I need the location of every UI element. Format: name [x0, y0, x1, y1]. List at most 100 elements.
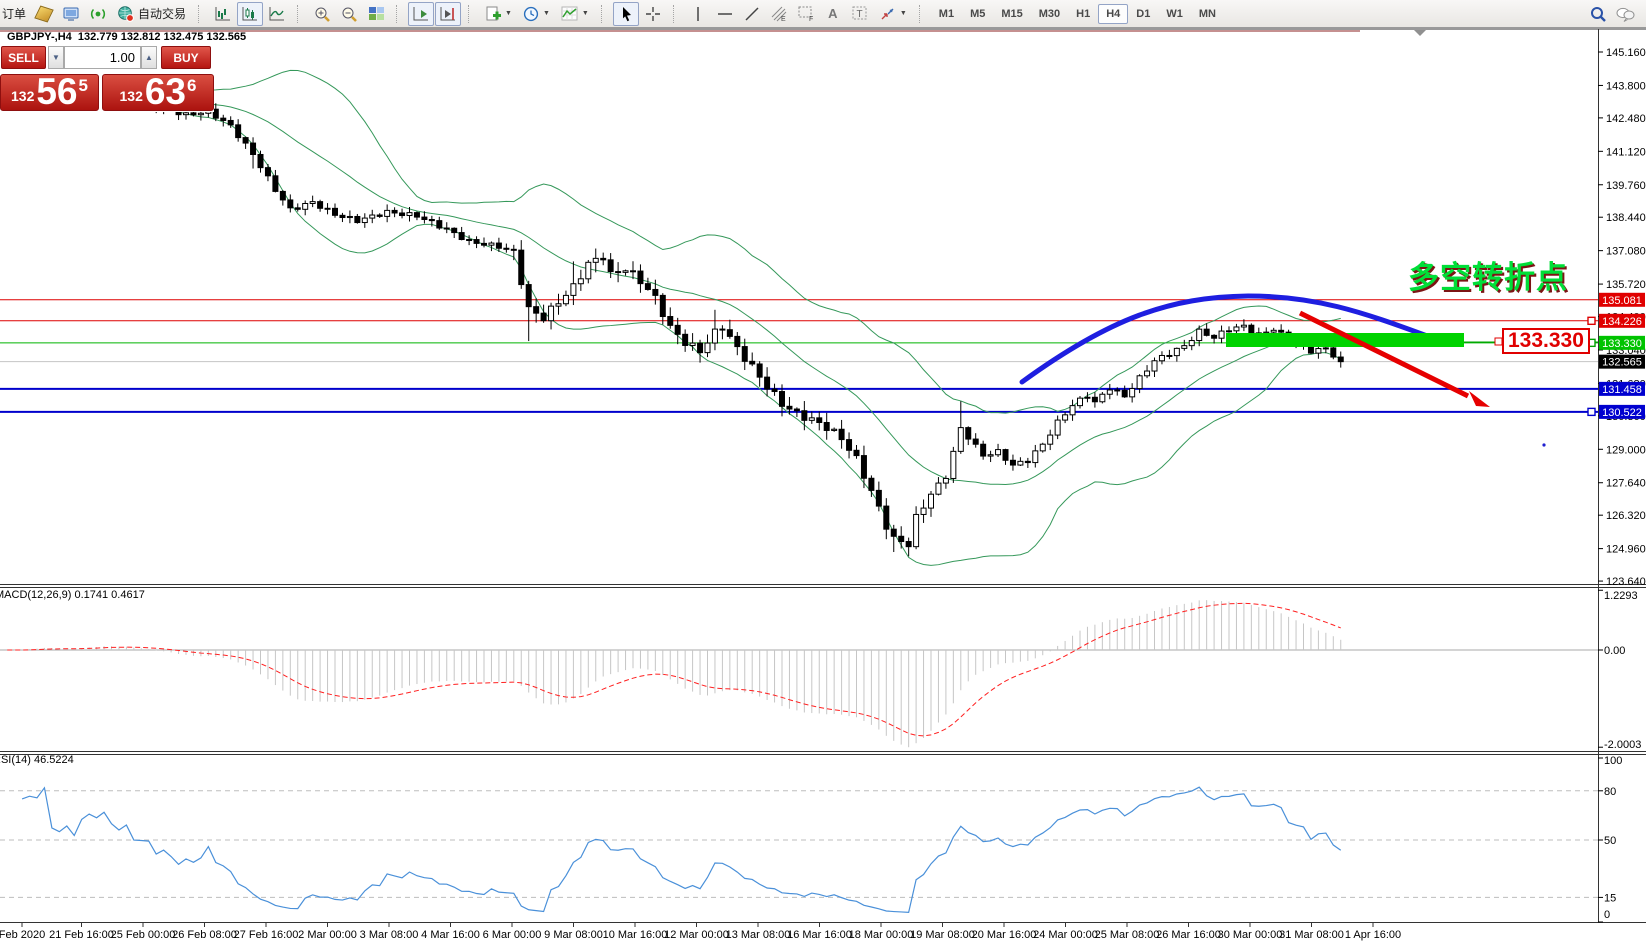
buy-price-prefix: 132 — [120, 89, 143, 103]
candle — [847, 432, 852, 458]
candle — [273, 170, 278, 192]
candle — [549, 303, 554, 330]
candle — [519, 240, 524, 289]
candle — [623, 270, 628, 276]
candle — [906, 538, 911, 557]
candle — [809, 412, 814, 424]
candle — [489, 241, 494, 251]
candle — [414, 211, 419, 220]
candle — [288, 194, 293, 212]
candle — [1018, 457, 1023, 466]
candle — [951, 447, 956, 483]
buy-button[interactable]: BUY — [161, 46, 211, 69]
volume-input[interactable]: 1.00 — [64, 46, 141, 69]
price-tick-label: 127.640 — [1606, 478, 1646, 490]
time-tick-label: 27 Feb 16:00 — [234, 929, 299, 941]
candle — [325, 203, 330, 214]
macd-tick-label: 1.2293 — [1604, 590, 1638, 602]
candle — [1107, 384, 1112, 399]
time-tick-label: 26 Feb 08:00 — [172, 929, 237, 941]
rsi-tick-label: 100 — [1604, 755, 1622, 767]
candle — [1010, 455, 1015, 471]
candle — [1063, 412, 1068, 423]
sell-price-big: 56 — [36, 77, 77, 107]
candle — [1189, 337, 1194, 351]
time-tick-label: 31 Mar 08:00 — [1279, 929, 1344, 941]
candle — [1085, 392, 1090, 402]
candle — [400, 209, 405, 219]
candle — [608, 253, 613, 278]
time-tick-label: 18 Mar 00:00 — [849, 929, 914, 941]
time-tick-label: Feb 2020 — [0, 929, 45, 941]
candle — [616, 262, 621, 282]
blue-dot-drawing — [1542, 443, 1545, 446]
rsi-line — [22, 787, 1341, 912]
candle — [1078, 396, 1083, 408]
candle — [444, 222, 449, 233]
buy-price-pip: 6 — [187, 77, 196, 94]
candle — [280, 190, 285, 205]
time-tick-label: 25 Feb 00:00 — [111, 929, 176, 941]
candle — [861, 446, 866, 488]
price-tick-label: 143.800 — [1606, 80, 1646, 92]
candle — [996, 444, 1001, 457]
candle — [660, 293, 665, 324]
sell-button[interactable]: SELL — [1, 46, 46, 69]
candle — [698, 340, 703, 363]
price-tag-label: 134.226 — [1602, 316, 1642, 328]
turning-point-annotation: 多空转折点 — [1408, 252, 1568, 297]
candle — [772, 384, 777, 396]
price-tag-label: 130.522 — [1602, 407, 1642, 419]
scroll-marker-icon — [1414, 30, 1426, 36]
volume-decrease-button[interactable]: ▼ — [48, 46, 64, 69]
candle — [221, 115, 226, 127]
candle — [541, 305, 546, 323]
candle — [1025, 458, 1030, 468]
candle — [236, 119, 241, 141]
candle — [258, 151, 263, 173]
time-tick-label: 12 Mar 00:00 — [664, 929, 729, 941]
time-tick-label: 30 Mar 00:00 — [1218, 929, 1283, 941]
candle — [437, 217, 442, 230]
buy-price-tile[interactable]: 132 63 6 — [102, 74, 214, 111]
candle — [645, 278, 650, 291]
candle — [750, 352, 755, 366]
callout-handle[interactable] — [1495, 338, 1502, 345]
price-tick-label: 138.440 — [1606, 212, 1646, 224]
candle — [720, 325, 725, 339]
candle — [362, 213, 367, 228]
time-tick-label: 26 Mar 16:00 — [1156, 929, 1221, 941]
sell-price-tile[interactable]: 132 56 5 — [0, 74, 99, 111]
macd-tick-label: 0.00 — [1604, 645, 1625, 657]
price-tag-label: 135.081 — [1602, 295, 1642, 307]
candle — [392, 207, 397, 217]
candle — [675, 318, 680, 344]
time-tick-label: 13 Mar 08:00 — [726, 929, 791, 941]
candle — [921, 499, 926, 522]
candle — [213, 103, 218, 121]
candle — [586, 260, 591, 283]
candle — [578, 270, 583, 291]
candle — [1227, 326, 1232, 332]
candle — [1219, 326, 1224, 344]
candle — [854, 445, 859, 459]
chart-area[interactable]: 145.160143.800142.480141.120139.760138.4… — [0, 0, 1646, 950]
candle — [929, 491, 934, 517]
price-tick-label: 141.120 — [1606, 146, 1646, 158]
volume-increase-button[interactable]: ▲ — [141, 46, 157, 69]
candle — [839, 420, 844, 449]
candle — [631, 261, 636, 279]
price-callout-label[interactable]: 133.330 — [1502, 328, 1590, 354]
candle — [705, 334, 710, 357]
price-tick-label: 126.320 — [1606, 510, 1646, 522]
line-handle[interactable] — [1588, 408, 1595, 415]
rsi-tick-label: 80 — [1604, 786, 1616, 798]
price-tick-label: 142.480 — [1606, 113, 1646, 125]
red-arrow-drawing[interactable] — [1300, 313, 1468, 396]
candle — [459, 227, 464, 240]
candle — [1092, 392, 1097, 407]
triangle-up-icon: ▲ — [145, 53, 153, 62]
line-handle[interactable] — [1588, 317, 1595, 324]
price-tick-label: 139.760 — [1606, 180, 1646, 192]
candle — [742, 339, 747, 370]
